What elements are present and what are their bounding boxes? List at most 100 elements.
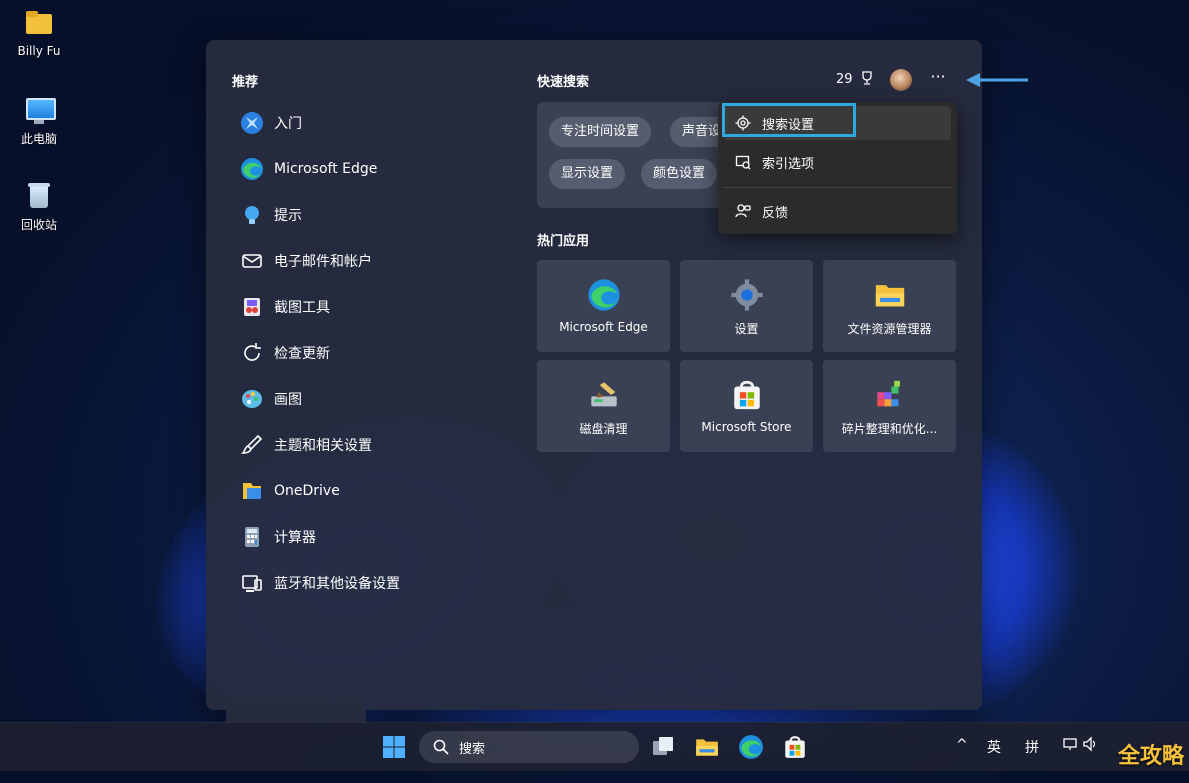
menu-item-label: 索引选项 xyxy=(762,156,815,172)
top-app-tile-file-explorer[interactable]: 文件资源管理器 xyxy=(823,260,956,352)
edge-icon xyxy=(739,735,763,759)
onedrive-icon xyxy=(240,479,264,503)
getstarted-icon xyxy=(240,111,264,135)
desktop-icon-user-folder[interactable]: Billy Fu xyxy=(0,8,78,58)
watermark-logo: 全攻略 xyxy=(1118,744,1185,769)
recommended-item-tips[interactable]: 提示 xyxy=(230,192,510,238)
recommended-item-bluetooth[interactable]: 蓝牙和其他设备设置 xyxy=(230,560,510,606)
annotation-arrow-icon xyxy=(966,73,1028,87)
update-icon xyxy=(240,341,264,365)
mail-icon xyxy=(240,249,264,273)
top-app-label: 磁盘清理 xyxy=(579,422,628,436)
desktop-icon-this-pc[interactable]: 此电脑 xyxy=(0,94,78,147)
more-options-button[interactable]: ··· xyxy=(928,69,948,90)
top-apps-title: 热门应用 xyxy=(537,234,590,249)
recommended-item-mail[interactable]: 电子邮件和帐户 xyxy=(230,238,510,284)
recommended-item-label: Microsoft Edge xyxy=(274,161,378,177)
recommended-item-label: 计算器 xyxy=(274,530,316,546)
taskbar-search-placeholder: 搜索 xyxy=(459,741,486,757)
desktop-icon-recycle-bin[interactable]: 回收站 xyxy=(0,180,78,233)
top-app-tile-disk-cleanup[interactable]: 磁盘清理 xyxy=(537,360,670,452)
disk-cleanup-icon xyxy=(587,378,621,412)
recommended-item-label: 入门 xyxy=(274,116,302,132)
taskbar-edge[interactable] xyxy=(738,734,764,760)
menu-item-indexing-options[interactable]: 索引选项 xyxy=(724,145,951,179)
computer-icon xyxy=(23,94,56,126)
recommended-item-edge[interactable]: Microsoft Edge xyxy=(230,146,510,192)
recommended-item-calculator[interactable]: 计算器 xyxy=(230,514,510,560)
rewards-trophy-icon xyxy=(862,71,872,85)
rewards-points-value: 29 xyxy=(836,72,853,87)
edge-icon xyxy=(240,157,264,181)
taskbar: 搜索 ^ 英 拼 xyxy=(0,722,1189,771)
quick-search-chip[interactable]: 颜色设置 xyxy=(641,159,718,189)
ime-language-indicator[interactable]: 英 xyxy=(987,737,1001,757)
recommended-item-label: OneDrive xyxy=(274,483,340,499)
rewards-points[interactable]: 29 xyxy=(836,70,875,87)
taskbar-file-explorer[interactable] xyxy=(694,734,720,760)
recommended-item-paint[interactable]: 画图 xyxy=(230,376,510,422)
tips-icon xyxy=(240,203,264,227)
volume-icon xyxy=(1083,736,1096,752)
defrag-icon xyxy=(873,378,907,412)
menu-item-label: 反馈 xyxy=(762,205,789,221)
quick-search-title: 快速搜索 xyxy=(537,75,590,90)
recommended-item-onedrive[interactable]: OneDrive xyxy=(230,468,510,514)
recommended-item-label: 画图 xyxy=(274,392,302,408)
start-button[interactable] xyxy=(381,734,407,760)
snipping-icon xyxy=(240,295,264,319)
recommended-item-label: 检查更新 xyxy=(274,346,330,362)
recommended-list: 入门 Microsoft Edge 提示 电子邮件和帐户 截图工具 检查更新 画… xyxy=(230,100,510,606)
store-icon xyxy=(730,378,764,412)
paint-icon xyxy=(240,387,264,411)
recommended-item-update[interactable]: 检查更新 xyxy=(230,330,510,376)
recycle-bin-icon xyxy=(23,180,55,212)
brush-icon xyxy=(240,433,264,457)
top-app-label: Microsoft Store xyxy=(701,420,792,434)
feedback-icon xyxy=(734,202,752,220)
task-view-icon xyxy=(653,737,673,755)
top-app-tile-edge[interactable]: Microsoft Edge xyxy=(537,260,670,352)
file-explorer-icon xyxy=(696,739,718,756)
top-app-tile-settings[interactable]: 设置 xyxy=(680,260,813,352)
top-app-label: Microsoft Edge xyxy=(559,320,648,334)
top-app-label: 碎片整理和优化... xyxy=(841,422,938,436)
tray-overflow-chevron[interactable]: ^ xyxy=(956,737,968,753)
network-icon xyxy=(1063,738,1077,750)
top-app-tile-store[interactable]: Microsoft Store xyxy=(680,360,813,452)
recommended-item-themes[interactable]: 主题和相关设置 xyxy=(230,422,510,468)
ime-mode-indicator[interactable]: 拼 xyxy=(1025,737,1039,757)
folder-icon xyxy=(23,8,55,40)
recommended-item-label: 电子邮件和帐户 xyxy=(274,254,372,270)
top-app-label: 文件资源管理器 xyxy=(847,322,932,336)
quick-search-chip[interactable]: 显示设置 xyxy=(549,159,626,189)
recommended-item-label: 主题和相关设置 xyxy=(274,438,372,454)
settings-gear-icon xyxy=(730,278,764,312)
file-explorer-icon xyxy=(873,278,907,312)
calculator-icon xyxy=(240,525,264,549)
top-app-label: 设置 xyxy=(734,322,759,336)
recommended-item-getstarted[interactable]: 入门 xyxy=(230,100,510,146)
recommended-item-label: 截图工具 xyxy=(274,300,330,316)
top-app-tile-defrag[interactable]: 碎片整理和优化... xyxy=(823,360,956,452)
store-icon xyxy=(785,736,805,758)
windows-logo-icon xyxy=(383,736,405,758)
recommended-title: 推荐 xyxy=(232,75,259,90)
search-icon xyxy=(433,739,449,755)
taskbar-search-box[interactable]: 搜索 xyxy=(419,731,639,763)
tray-network-volume[interactable] xyxy=(1062,736,1098,756)
menu-item-feedback[interactable]: 反馈 xyxy=(724,194,951,228)
recommended-item-label: 蓝牙和其他设备设置 xyxy=(274,576,400,592)
menu-separator xyxy=(724,187,951,188)
index-icon xyxy=(734,153,752,171)
edge-icon xyxy=(587,278,621,312)
highlight-annotation-box xyxy=(722,103,856,137)
desktop-icon-label: 回收站 xyxy=(20,218,57,232)
desktop-icon-label: Billy Fu xyxy=(17,44,61,58)
taskbar-store[interactable] xyxy=(782,734,808,760)
quick-search-chip[interactable]: 专注时间设置 xyxy=(549,117,652,147)
user-avatar[interactable] xyxy=(890,69,912,91)
task-view-button[interactable] xyxy=(650,734,676,760)
bluetooth-devices-icon xyxy=(240,571,264,595)
recommended-item-snipping[interactable]: 截图工具 xyxy=(230,284,510,330)
